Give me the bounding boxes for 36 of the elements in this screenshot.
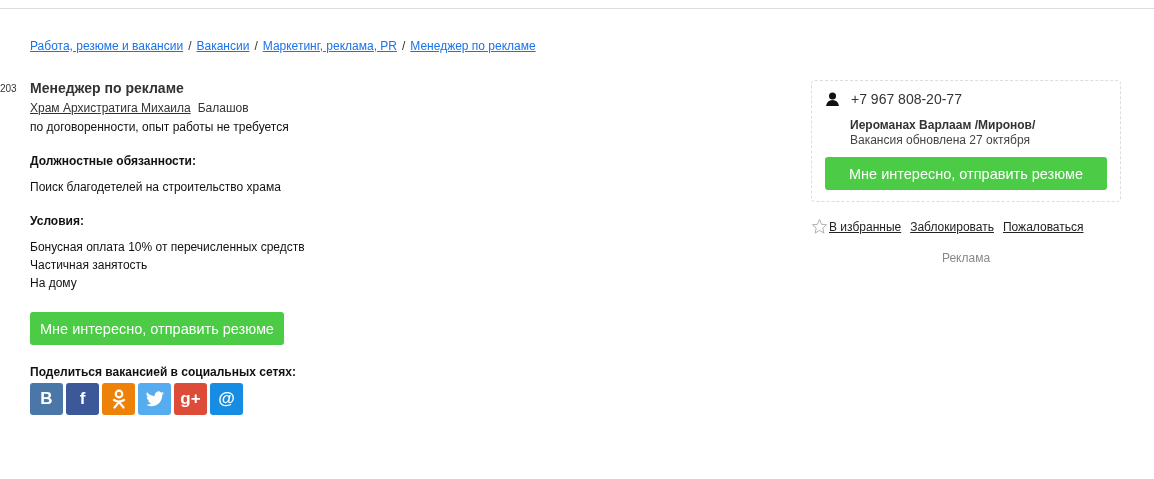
contact-name: Иероманах Варлаам /Миронов/ <box>850 118 1037 132</box>
city-text: Балашов <box>197 101 249 115</box>
ad-label: Реклама <box>940 251 992 265</box>
side-number: 203 <box>0 83 17 94</box>
breadcrumb-separator: / <box>401 39 406 53</box>
action-link[interactable]: В избранные <box>829 219 902 234</box>
section-heading: Должностные обязанности: <box>30 154 197 168</box>
star-icon[interactable] <box>811 218 828 235</box>
gplus-share-button[interactable]: g+ <box>174 383 207 415</box>
section-heading: Условия: <box>30 214 85 228</box>
person-icon <box>826 92 839 106</box>
share-heading: Поделиться вакансией в социальных сетях: <box>30 365 297 379</box>
breadcrumb-link[interactable]: Маркетинг, реклама, PR <box>262 39 397 53</box>
section-text: Бонусная оплата 10% от перечисленных средств <box>30 239 306 256</box>
bird-icon <box>144 390 165 408</box>
twitter-share-button[interactable] <box>138 383 171 415</box>
action-link[interactable]: Заблокировать <box>910 219 994 234</box>
ok-share-button[interactable] <box>102 383 135 415</box>
section-text: На дому <box>30 275 78 292</box>
breadcrumb-separator: / <box>188 39 192 53</box>
breadcrumb-separator: / <box>254 39 258 53</box>
updated-date: Вакансия обновлена 27 октября <box>850 133 1031 147</box>
action-link[interactable]: Пожаловаться <box>1002 219 1084 234</box>
vk-share-button[interactable]: В <box>30 383 63 415</box>
breadcrumb-link[interactable]: Работа, резюме и вакансии <box>30 39 184 53</box>
salary-summary: по договоренности, опыт работы не требуется <box>30 120 290 134</box>
breadcrumb-link[interactable]: Менеджер по рекламе <box>410 39 536 53</box>
section-text: Поиск благодетелей на строительство храма <box>30 179 282 196</box>
vacancy-title: Менеджер по рекламе <box>30 80 185 96</box>
phone-number: +7 967 808-20-77 <box>851 91 962 107</box>
section-text: Частичная занятость <box>30 257 149 274</box>
mail-share-button[interactable]: @ <box>210 383 243 415</box>
stick-figure-icon <box>111 389 126 409</box>
employer-link[interactable]: Храм Архистратига Михаила <box>30 101 191 115</box>
breadcrumb-link[interactable]: Вакансии <box>196 39 250 53</box>
facebook-share-button[interactable]: f <box>66 383 99 415</box>
